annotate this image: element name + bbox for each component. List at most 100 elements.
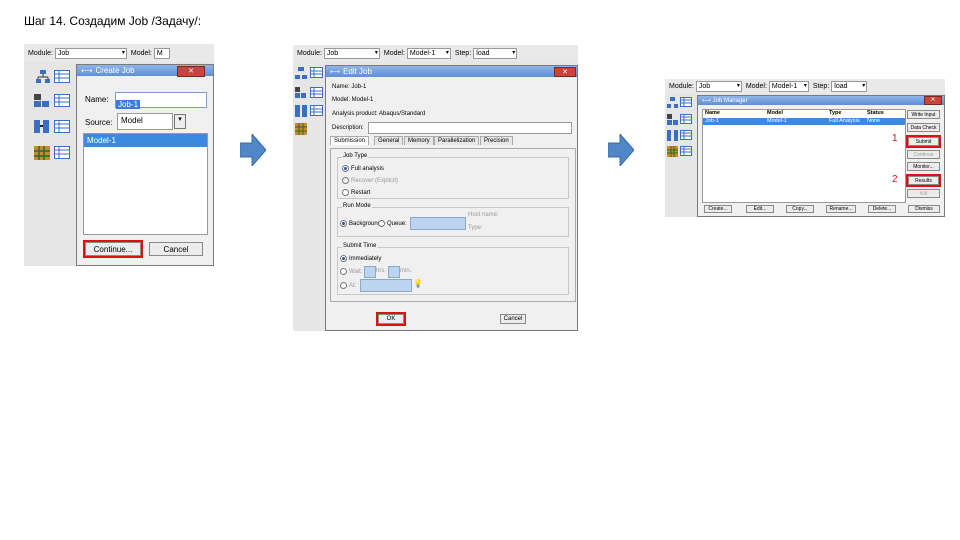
model-list[interactable]: Model-1 <box>83 133 208 235</box>
radio-wait[interactable]: Wait: <box>340 268 362 275</box>
context-bar: Module: Job ▾ Model: Model-1 ▾ Step: load ▾ <box>665 79 945 94</box>
step-combo[interactable]: load ▾ <box>831 81 868 92</box>
model-combo[interactable]: M <box>153 47 170 59</box>
module-combo[interactable]: Job ▾ <box>323 47 380 59</box>
wait-minutes-field[interactable] <box>388 266 400 278</box>
table-row[interactable]: Job-1 Model-1 Full Analysis None <box>703 118 905 125</box>
adaptivity-manager-icon[interactable] <box>54 94 70 107</box>
at-time-field[interactable] <box>360 279 412 292</box>
radio-icon <box>340 255 347 262</box>
close-icon[interactable]: ✕ <box>177 66 205 77</box>
list-item[interactable]: Model-1 <box>84 134 207 147</box>
column-header[interactable]: Status <box>867 110 884 116</box>
description-field[interactable] <box>368 122 572 134</box>
tab-general[interactable]: General <box>374 136 404 145</box>
tab-content: Job Type Full analysis Recover (Explicit… <box>330 148 576 302</box>
source-combo[interactable]: Model ▾ <box>117 113 186 130</box>
module-value: Job <box>698 83 711 90</box>
results-button[interactable]: Results <box>906 174 941 187</box>
dismiss-button[interactable]: Dismiss <box>908 205 940 213</box>
radio-at[interactable]: At: <box>340 282 356 289</box>
module-combo[interactable]: Job ▾ <box>54 47 127 59</box>
radio-full-analysis[interactable]: Full analysis <box>342 165 384 172</box>
coexecution-icon[interactable] <box>667 130 678 141</box>
job-tree-icon[interactable] <box>295 67 307 79</box>
copy-button[interactable]: Copy... <box>786 205 814 213</box>
group-title: Job Type <box>342 153 369 159</box>
kill-button[interactable]: Kill <box>907 189 940 198</box>
adaptivity-manager-icon[interactable] <box>680 114 692 124</box>
column-header[interactable]: Model <box>767 110 783 116</box>
move-icon: ⟷ <box>81 66 93 75</box>
tab-submission[interactable]: Submission <box>330 136 370 145</box>
wait-hours-field[interactable] <box>364 266 376 278</box>
write-input-button[interactable]: Write Input <box>907 110 940 119</box>
coexecution-manager-icon[interactable] <box>310 105 323 116</box>
step-value: load <box>834 83 848 90</box>
column-header[interactable]: Type <box>829 110 841 116</box>
table-cell: None <box>867 118 881 124</box>
ok-button[interactable]: OK <box>376 312 406 326</box>
jobs-table: Name Model Type Status Job-1 Model-1 Ful… <box>702 109 906 203</box>
edit-job-dialog: ⟷ Edit Job ✕ Name: Job-1 Model: Model-1 … <box>325 65 578 331</box>
cancel-button[interactable]: Cancel <box>500 314 526 324</box>
model-combo[interactable]: Model-1 ▾ <box>406 47 451 59</box>
monitor-button[interactable]: Monitor... <box>907 162 940 171</box>
adaptivity-icon[interactable] <box>667 114 678 125</box>
coexecution-manager-icon[interactable] <box>54 120 70 133</box>
model-combo[interactable]: Model-1 ▾ <box>768 81 809 92</box>
lightbulb-icon[interactable]: 💡 <box>413 279 423 288</box>
tab-memory[interactable]: Memory <box>404 136 434 145</box>
module-label: Module: <box>669 83 694 90</box>
radio-recover[interactable]: Recover (Explicit) <box>342 177 398 184</box>
coexecution-icon[interactable] <box>295 105 307 117</box>
delete-button[interactable]: Delete... <box>868 205 896 213</box>
module-combo[interactable]: Job ▾ <box>695 81 742 92</box>
radio-restart[interactable]: Restart <box>342 189 370 196</box>
slide-title: Шаг 14. Создадим Job /Задачу/: <box>24 14 202 28</box>
radio-background[interactable]: Background <box>340 220 381 227</box>
close-icon[interactable]: ✕ <box>924 96 942 105</box>
close-icon[interactable]: ✕ <box>554 67 576 77</box>
job-tree-icon[interactable] <box>667 97 678 108</box>
column-header[interactable]: Name <box>705 110 720 116</box>
coexecution-icon[interactable] <box>34 120 50 134</box>
step-marker-2: 2 <box>892 174 898 185</box>
adaptivity-icon[interactable] <box>34 94 50 108</box>
job-manager-icon[interactable] <box>310 67 323 78</box>
adaptivity-manager-icon[interactable] <box>310 87 323 98</box>
arrow-right-icon <box>240 134 266 166</box>
dialog-title: Job Manager <box>712 97 748 104</box>
radio-icon <box>340 220 347 227</box>
create-button[interactable]: Create... <box>704 205 732 213</box>
continue-button[interactable]: Continue... <box>83 240 143 258</box>
cancel-button[interactable]: Cancel <box>149 242 203 256</box>
optimization-icon[interactable] <box>295 123 307 135</box>
job-tree-icon[interactable] <box>36 70 50 84</box>
tab-parallelization[interactable]: Parallelization <box>434 136 480 145</box>
job-manager-icon[interactable] <box>680 97 692 107</box>
job-manager-icon[interactable] <box>54 70 70 83</box>
optimization-icon[interactable] <box>667 146 678 157</box>
queue-field[interactable] <box>410 217 466 230</box>
table-cell: Full Analysis <box>829 118 860 124</box>
step-combo[interactable]: load ▾ <box>473 47 518 59</box>
source-label: Source: <box>85 118 113 127</box>
step-label: Step: <box>812 83 830 90</box>
optimization-icon[interactable] <box>34 146 50 160</box>
move-icon: ⟷ <box>330 68 341 76</box>
tab-precision[interactable]: Precision <box>480 136 513 145</box>
continue-button[interactable]: Continue <box>907 150 940 159</box>
name-field[interactable]: Job-1 <box>115 92 207 109</box>
data-check-button[interactable]: Data Check <box>907 123 940 132</box>
radio-immediately[interactable]: Immediately <box>340 255 381 262</box>
coexecution-manager-icon[interactable] <box>680 130 692 140</box>
rename-button[interactable]: Rename... <box>826 205 856 213</box>
radio-queue[interactable]: Queue: <box>378 220 407 227</box>
type-label: Type: <box>468 225 483 231</box>
edit-button[interactable]: Edit... <box>746 205 774 213</box>
optimization-manager-icon[interactable] <box>54 146 70 159</box>
optimization-manager-icon[interactable] <box>680 146 692 156</box>
submit-button[interactable]: Submit <box>906 135 941 148</box>
adaptivity-icon[interactable] <box>295 87 307 99</box>
